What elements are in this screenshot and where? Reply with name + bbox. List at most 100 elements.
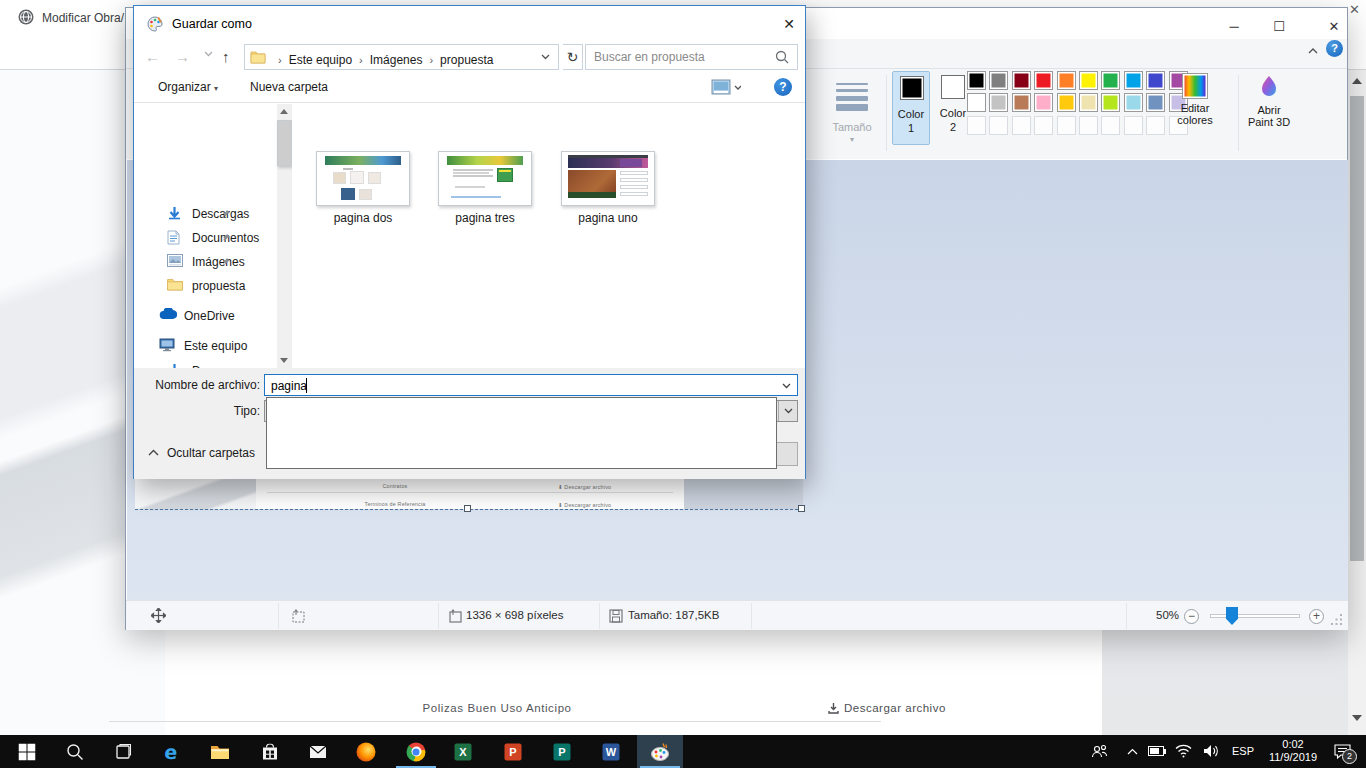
recent-locations-icon[interactable] [204,51,213,57]
palette-empty-swatch[interactable] [1124,116,1143,135]
taskbar-start-button[interactable] [4,735,50,768]
scroll-up-icon[interactable] [1352,78,1362,84]
selection-handle-corner[interactable] [798,505,805,512]
breadcrumb-segment[interactable]: propuesta [440,53,493,67]
forward-icon[interactable]: → [175,48,190,65]
people-icon[interactable] [1091,744,1108,768]
close-button[interactable]: ✕ [1319,16,1349,38]
volume-icon[interactable] [1203,744,1220,768]
zoom-in-button[interactable]: + [1309,609,1324,624]
chrome-close-icon[interactable]: ✕ [1349,2,1360,17]
palette-empty-swatch[interactable] [1034,116,1053,135]
dialog-help-icon[interactable]: ? [774,78,792,96]
palette-color-swatch[interactable] [967,93,986,112]
palette-color-swatch[interactable] [1101,93,1120,112]
palette-empty-swatch[interactable] [1101,116,1120,135]
palette-empty-swatch[interactable] [989,116,1008,135]
palette-color-swatch[interactable] [1057,71,1076,90]
new-folder-button[interactable]: Nueva carpeta [250,80,328,94]
palette-empty-swatch[interactable] [1079,116,1098,135]
resize-grip[interactable] [1331,614,1343,626]
taskbar-store-button[interactable] [247,735,293,768]
sidebar-item-este-equipo[interactable]: Este equipo [135,334,277,358]
taskbar-mail-button[interactable] [295,735,341,768]
breadcrumb[interactable]: ›Este equipo›Imágenes›propuesta [244,44,559,70]
dialog-close-icon[interactable]: ✕ [778,15,800,33]
notification-icon[interactable]: 2 [1334,743,1352,768]
palette-empty-swatch[interactable] [967,116,986,135]
scroll-up-icon[interactable] [280,109,288,114]
taskbar-file-explorer-button[interactable] [197,735,243,768]
selection-handle-bottom[interactable] [464,505,471,512]
filename-dropdown-icon[interactable] [782,383,791,389]
scrollbar-thumb[interactable] [277,120,292,166]
file-item-pagina-dos[interactable]: pagina dos [316,151,410,225]
wifi-icon[interactable] [1175,744,1192,768]
up-icon[interactable]: ↑ [222,48,230,65]
battery-icon[interactable] [1148,745,1166,768]
scroll-down-icon[interactable] [280,358,288,363]
hide-folders-button[interactable]: Ocultar carpetas [148,449,159,456]
size-button[interactable]: Tamaño ▾ [824,73,880,153]
breadcrumb-dropdown-icon[interactable] [541,54,550,60]
palette-color-swatch[interactable] [989,71,1008,90]
ribbon-collapse-icon[interactable] [1308,48,1318,54]
palette-color-swatch[interactable] [967,71,986,90]
sidebar-item-propuesta[interactable]: propuesta [135,274,277,298]
taskbar-task-view-button[interactable] [100,735,146,768]
download-link[interactable]: Descargar archivo [828,702,946,714]
back-icon[interactable]: ← [145,48,160,65]
type-dropdown-list[interactable] [266,397,777,469]
zoom-slider-thumb[interactable] [1226,607,1238,625]
file-item-pagina-tres[interactable]: pagina tres [438,151,532,225]
filename-input[interactable]: pagina [264,374,798,396]
file-item-pagina-uno[interactable]: pagina uno [561,151,655,225]
nav-scrollbar[interactable] [277,104,292,368]
taskbar-paint-button[interactable] [637,735,683,768]
taskbar-chrome-button[interactable] [393,735,439,768]
palette-color-swatch[interactable] [1034,93,1053,112]
hidden-icons-chevron[interactable] [1127,748,1138,768]
taskbar-search-button[interactable] [52,735,98,768]
help-icon[interactable]: ? [1326,40,1343,57]
palette-color-swatch[interactable] [989,93,1008,112]
zoom-out-button[interactable]: − [1184,609,1199,624]
sidebar-item-onedrive[interactable]: OneDrive [135,304,277,328]
color1-button[interactable]: Color 1 [892,71,930,145]
taskbar-firefox-button[interactable] [343,735,389,768]
palette-color-swatch[interactable] [1012,71,1031,90]
combo-dropdown-icon[interactable] [778,401,797,421]
sidebar-item-documentos[interactable]: Documentos [135,226,277,250]
palette-empty-swatch[interactable] [1057,116,1076,135]
organize-button[interactable]: Organizar ▾ [158,80,218,94]
palette-empty-swatch[interactable] [1012,116,1031,135]
palette-color-swatch[interactable] [1057,93,1076,112]
palette-color-swatch[interactable] [1012,93,1031,112]
palette-color-swatch[interactable] [1124,93,1143,112]
palette-color-swatch[interactable] [1034,71,1053,90]
chrome-tab-title[interactable]: Modificar Obra/ [42,11,124,25]
taskbar-publisher-button[interactable]: P [539,735,585,768]
view-mode-button[interactable] [711,79,741,96]
sidebar-item-imágenes[interactable]: Imágenes [135,250,277,274]
refresh-icon[interactable]: ↻ [563,44,583,70]
palette-empty-swatch[interactable] [1146,116,1165,135]
palette-color-swatch[interactable] [1079,71,1098,90]
scrollbar-thumb[interactable] [1350,96,1364,561]
edit-colors-button[interactable]: Editar colores [1173,73,1217,126]
minimize-button[interactable]: ─ [1219,16,1249,38]
breadcrumb-segment[interactable]: Imágenes [370,53,423,67]
taskbar-word-button[interactable]: W [588,735,634,768]
clock[interactable]: 0:02 11/9/2019 [1260,735,1326,768]
palette-color-swatch[interactable] [1146,71,1165,90]
palette-color-swatch[interactable] [1101,71,1120,90]
palette-color-swatch[interactable] [1079,93,1098,112]
language-indicator[interactable]: ESP [1232,735,1254,768]
maximize-button[interactable]: ☐ [1264,16,1294,38]
palette-color-swatch[interactable] [1124,71,1143,90]
open-paint3d-button[interactable]: Abrir Paint 3D [1247,73,1291,128]
taskbar-excel-button[interactable]: X [440,735,486,768]
sidebar-item-descargas[interactable]: Descargas [135,202,277,226]
taskbar-edge-button[interactable]: e [148,735,194,768]
scroll-down-icon[interactable] [1352,715,1362,721]
